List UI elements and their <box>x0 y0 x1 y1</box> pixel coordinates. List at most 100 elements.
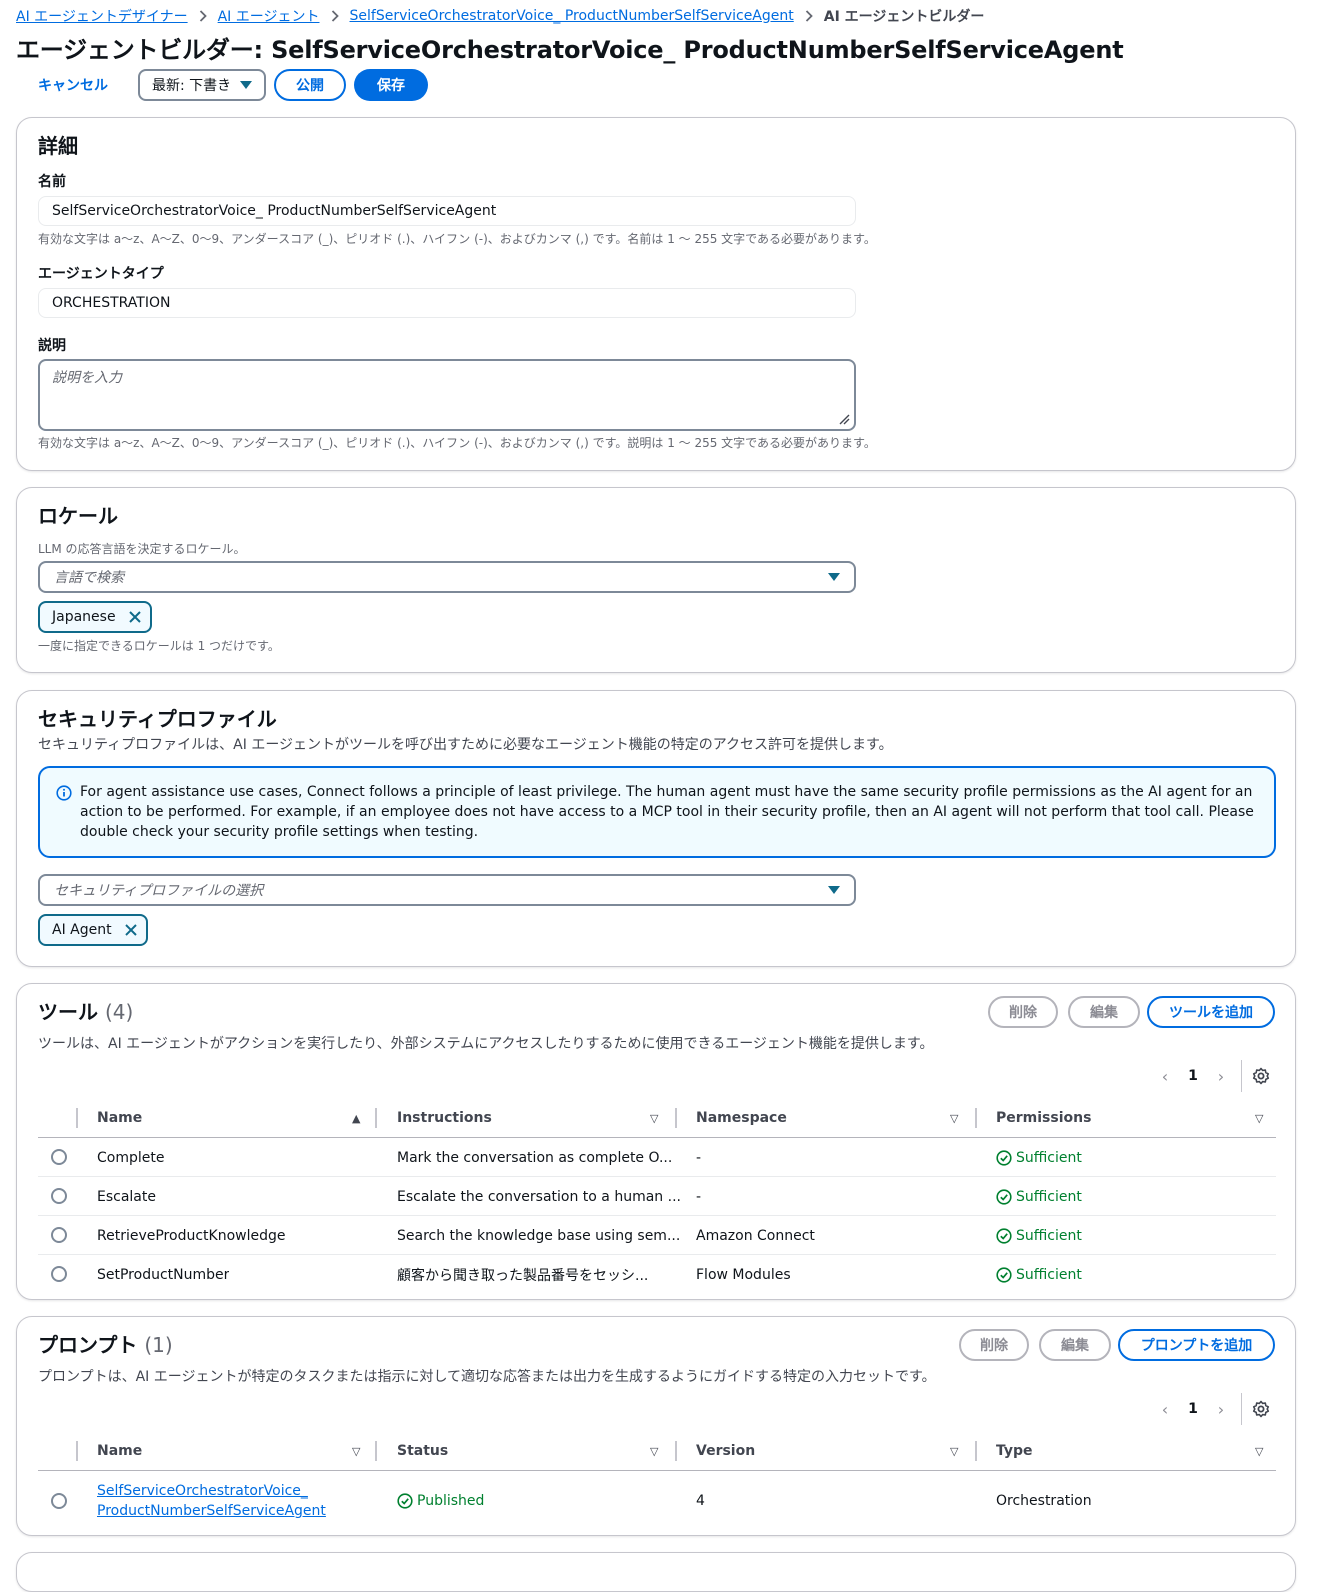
success-check-icon <box>996 1227 1012 1244</box>
security-profile-token-label: AI Agent <box>52 922 112 938</box>
tool-name: Complete <box>97 1149 165 1166</box>
column-header-status[interactable]: Status ▽ <box>397 1431 677 1471</box>
info-icon <box>56 785 72 801</box>
table-row[interactable]: SelfServiceOrchestratorVoice_ ProductNum… <box>38 1471 1276 1531</box>
info-alert-text: For agent assistance use cases, Connect … <box>80 784 1254 840</box>
locale-description: LLM の応答言語を決定するロケール。 <box>38 542 246 556</box>
sort-caret-icon[interactable]: ▽ <box>1255 1112 1263 1125</box>
column-header-type[interactable]: Type ▽ <box>996 1431 1276 1471</box>
locale-heading: ロケール <box>38 504 118 528</box>
page-number[interactable]: 1 <box>1179 1068 1207 1084</box>
sort-caret-icon[interactable]: ▽ <box>950 1445 958 1458</box>
prompt-name-line: ProductNumberSelfServiceAgent <box>97 1503 326 1519</box>
breadcrumb-link-agent[interactable]: SelfServiceOrchestratorVoice_ ProductNum… <box>350 8 794 24</box>
locale-search-select[interactable]: 言語で検索 <box>38 561 856 593</box>
sort-caret-icon[interactable]: ▽ <box>1255 1445 1263 1458</box>
column-header-version[interactable]: Version ▽ <box>696 1431 976 1471</box>
add-tool-button[interactable]: ツールを追加 <box>1147 996 1275 1028</box>
save-button[interactable]: 保存 <box>354 69 428 101</box>
chevron-right-icon <box>805 10 813 22</box>
chevron-right-icon <box>331 10 339 22</box>
name-hint: 有効な文字は a～z、A～Z、0～9、アンダースコア (_)、ピリオド (.)、… <box>38 232 876 246</box>
permission-label: Sufficient <box>1016 1266 1082 1283</box>
permission-status: Sufficient <box>996 1177 1082 1216</box>
column-header-label: Name <box>97 1443 143 1459</box>
add-prompt-button[interactable]: プロンプトを追加 <box>1118 1329 1275 1361</box>
prompt-status: Published <box>397 1471 484 1531</box>
sort-caret-icon[interactable]: ▽ <box>650 1112 658 1125</box>
tool-namespace: Flow Modules <box>696 1266 791 1283</box>
breadcrumb-link-ai-agents[interactable]: AI エージェント <box>218 6 320 26</box>
success-check-icon <box>996 1149 1012 1166</box>
prompts-edit-button[interactable]: 編集 <box>1039 1329 1111 1361</box>
security-profile-select[interactable]: セキュリティプロファイルの選択 <box>38 874 856 906</box>
name-field[interactable]: SelfServiceOrchestratorVoice_ ProductNum… <box>38 196 856 226</box>
next-page-icon[interactable]: › <box>1207 1400 1235 1419</box>
tool-name: SetProductNumber <box>97 1266 230 1283</box>
column-header-label: Instructions <box>397 1110 492 1126</box>
tools-heading: ツール (4) <box>38 998 133 1026</box>
column-header-name[interactable]: Name ▽ <box>97 1431 377 1471</box>
tool-namespace: - <box>696 1149 702 1166</box>
agent-type-field: ORCHESTRATION <box>38 288 856 318</box>
row-radio[interactable] <box>51 1149 67 1165</box>
description-textarea[interactable]: 説明を入力 <box>38 359 856 431</box>
row-radio[interactable] <box>51 1266 67 1282</box>
locale-token-label: Japanese <box>52 609 116 625</box>
locale-panel: ロケール LLM の応答言語を決定するロケール。 言語で検索 Japanese … <box>16 487 1296 673</box>
table-row[interactable]: SetProductNumber 顧客から聞き取った製品番号をセッシ... Fl… <box>38 1255 1276 1294</box>
publish-button[interactable]: 公開 <box>274 69 346 101</box>
prompts-table-header: Name ▽ Status ▽ Version ▽ Type ▽ <box>38 1431 1276 1471</box>
chevron-right-icon <box>199 10 207 22</box>
info-alert: For agent assistance use cases, Connect … <box>38 766 1276 858</box>
cancel-button[interactable]: キャンセル <box>26 75 120 95</box>
column-header-name[interactable]: Name ▲ <box>97 1098 377 1138</box>
prev-page-icon[interactable]: ‹ <box>1151 1400 1179 1419</box>
tools-table-header: Name ▲ Instructions ▽ Namespace ▽ Permis… <box>38 1098 1276 1138</box>
success-check-icon <box>996 1188 1012 1205</box>
column-header-label: Name <box>97 1110 143 1126</box>
table-row[interactable]: Complete Mark the conversation as comple… <box>38 1138 1276 1177</box>
settings-gear-icon[interactable] <box>1252 1067 1270 1085</box>
tool-instructions: Escalate the conversation to a human ... <box>397 1188 681 1205</box>
breadcrumb-link-ai-agent-designer[interactable]: AI エージェントデザイナー <box>16 6 188 26</box>
settings-gear-icon[interactable] <box>1252 1400 1270 1418</box>
prompts-pagination: ‹ 1 › <box>1151 1393 1270 1425</box>
version-select[interactable]: 最新: 下書き <box>138 69 266 101</box>
resize-handle-icon[interactable] <box>838 413 850 425</box>
permission-status: Sufficient <box>996 1138 1082 1177</box>
prompt-type: Orchestration <box>996 1493 1092 1509</box>
tools-pagination: ‹ 1 › <box>1151 1060 1270 1092</box>
prompt-version: 4 <box>696 1493 705 1509</box>
prev-page-icon[interactable]: ‹ <box>1151 1067 1179 1086</box>
locale-hint: 一度に指定できるロケールは 1 つだけです。 <box>38 639 280 653</box>
column-header-permissions[interactable]: Permissions ▽ <box>996 1098 1276 1138</box>
description-hint: 有効な文字は a～z、A～Z、0～9、アンダースコア (_)、ピリオド (.)、… <box>38 436 876 450</box>
sort-caret-icon[interactable]: ▽ <box>650 1445 658 1458</box>
prompt-name-link[interactable]: SelfServiceOrchestratorVoice_ ProductNum… <box>97 1471 326 1531</box>
table-row[interactable]: RetrieveProductKnowledge Search the know… <box>38 1216 1276 1255</box>
prompts-panel: プロンプト (1) 削除 編集 プロンプトを追加 プロンプトは、AI エージェン… <box>16 1316 1296 1536</box>
sort-ascending-icon[interactable]: ▲ <box>352 1112 360 1125</box>
success-check-icon <box>996 1266 1012 1283</box>
row-radio[interactable] <box>51 1188 67 1204</box>
column-header-namespace[interactable]: Namespace ▽ <box>696 1098 976 1138</box>
column-header-instructions[interactable]: Instructions ▽ <box>397 1098 677 1138</box>
sort-caret-icon[interactable]: ▽ <box>950 1112 958 1125</box>
security-profile-panel: セキュリティプロファイル セキュリティプロファイルは、AI エージェントがツール… <box>16 690 1296 967</box>
remove-token-icon[interactable] <box>124 923 138 937</box>
success-check-icon <box>397 1493 413 1509</box>
agent-type-label: エージェントタイプ <box>38 266 164 282</box>
tools-panel: ツール (4) 削除 編集 ツールを追加 ツールは、AI エージェントがアクショ… <box>16 983 1296 1300</box>
row-radio[interactable] <box>51 1227 67 1243</box>
tools-edit-button[interactable]: 編集 <box>1068 996 1140 1028</box>
details-panel: 詳細 名前 SelfServiceOrchestratorVoice_ Prod… <box>16 117 1296 471</box>
tools-delete-button[interactable]: 削除 <box>988 996 1058 1028</box>
row-radio[interactable] <box>51 1493 67 1509</box>
prompts-delete-button[interactable]: 削除 <box>959 1329 1029 1361</box>
next-page-icon[interactable]: › <box>1207 1067 1235 1086</box>
remove-token-icon[interactable] <box>128 610 142 624</box>
table-row[interactable]: Escalate Escalate the conversation to a … <box>38 1177 1276 1216</box>
sort-caret-icon[interactable]: ▽ <box>352 1445 360 1458</box>
page-number[interactable]: 1 <box>1179 1401 1207 1417</box>
